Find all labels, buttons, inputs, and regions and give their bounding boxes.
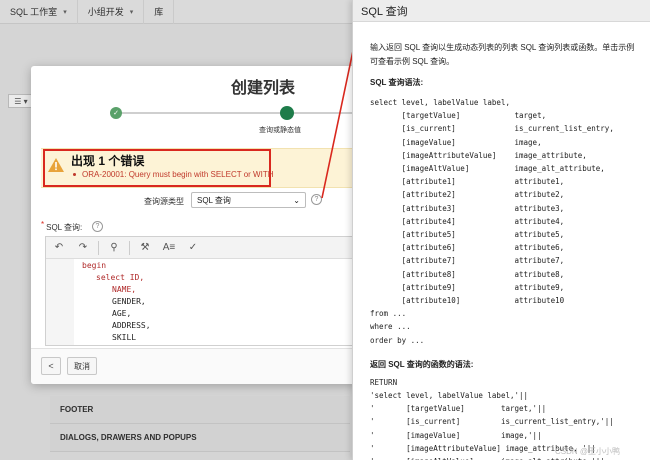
line-number-gutter	[46, 259, 74, 345]
code-text: GENDER,	[112, 296, 146, 306]
code-text: select ID,	[96, 272, 145, 282]
code-line: 4 GENDER,	[46, 295, 356, 307]
chevron-down-icon: ⌄	[293, 195, 300, 205]
help-heading-function-syntax: 返回 SQL 查询的函数的语法:	[370, 359, 474, 369]
back-button[interactable]: <	[41, 357, 61, 375]
editor-toolbar: ↶ ↷ ⚲ ⚒ A≡ ✓	[46, 237, 356, 259]
hammer-icon[interactable]: ⚒	[136, 240, 154, 256]
code-line: 6 ADDRESS,	[46, 319, 356, 331]
format-icon[interactable]: A≡	[160, 240, 178, 256]
bullet-icon	[73, 173, 76, 176]
query-source-type-value: SQL 查询	[197, 195, 231, 205]
watermark: CSDN @王小小鸭	[555, 447, 621, 456]
cancel-button[interactable]: 取消	[67, 357, 97, 375]
code-line: 7 SKILL	[46, 331, 356, 343]
wizard-step-current	[280, 106, 294, 120]
help-panel-title: SQL 查询	[361, 5, 408, 18]
error-message-text: ORA-20001: Query must begin with SELECT …	[82, 170, 274, 179]
code-text: NAME,	[112, 284, 137, 294]
error-title: 出现 1 个错误	[71, 154, 145, 168]
help-heading-sql-syntax: SQL 查询语法:	[370, 78, 424, 87]
code-line: 5 AGE,	[46, 307, 356, 319]
wizard-step-done-icon: ✓	[110, 107, 122, 119]
sql-query-label: * SQL 查询:	[41, 220, 83, 232]
undo-icon[interactable]: ↶	[50, 240, 68, 256]
error-message-item[interactable]: ORA-20001: Query must begin with SELECT …	[73, 170, 273, 179]
query-source-type-label: 查询源类型	[144, 197, 184, 206]
toolbar-divider	[129, 240, 130, 255]
code-line: 3 NAME,	[46, 283, 356, 295]
code-area[interactable]: 1 begin 2 select ID, 3 NAME, 4 GENDER, 5…	[46, 259, 356, 345]
dialog-footer: < 取消	[31, 348, 357, 384]
sql-query-help-icon[interactable]: ?	[92, 221, 103, 232]
toolbar-divider	[98, 240, 99, 255]
code-line: 1 begin	[46, 259, 356, 271]
code-text: AGE,	[112, 308, 132, 318]
required-marker: *	[41, 220, 45, 229]
help-panel-body: 输入返回 SQL 查询以生成动态列表的列表 SQL 查询列表或函数。单击示例可查…	[353, 41, 650, 460]
code-text: ADDRESS,	[112, 320, 151, 330]
validate-icon[interactable]: ✓	[184, 240, 202, 256]
sql-code-editor[interactable]: ↶ ↷ ⚲ ⚒ A≡ ✓ 1 begin 2 select ID, 3 NAME…	[45, 236, 357, 346]
warning-icon	[48, 158, 64, 172]
redo-icon[interactable]: ↷	[74, 240, 92, 256]
code-text: SKILL	[112, 332, 137, 342]
help-panel-header: SQL 查询	[353, 0, 650, 22]
wizard-step-label: 查询或静态值	[259, 127, 301, 134]
help-panel: SQL 查询 输入返回 SQL 查询以生成动态列表的列表 SQL 查询列表或函数…	[352, 0, 650, 460]
query-source-type-select[interactable]: SQL 查询 ⌄	[191, 192, 306, 208]
help-code-sql-syntax: select level, labelValue label, [targetV…	[370, 98, 614, 345]
search-icon[interactable]: ⚲	[105, 240, 123, 256]
help-intro-text: 输入返回 SQL 查询以生成动态列表的列表 SQL 查询列表或函数。单击示例可查…	[370, 43, 635, 66]
code-line: 2 select ID,	[46, 271, 356, 283]
